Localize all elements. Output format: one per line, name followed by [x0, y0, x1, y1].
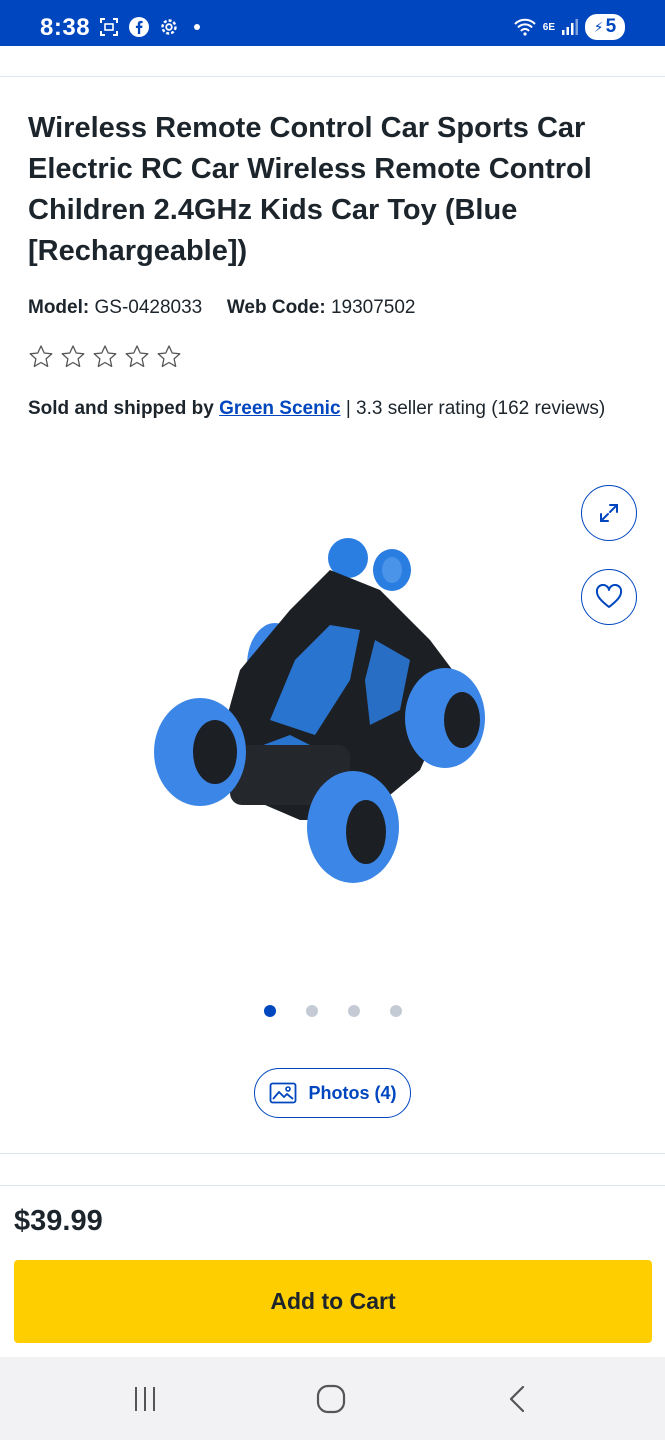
- product-title: Wireless Remote Control Car Sports Car E…: [28, 112, 592, 267]
- settings-icon: [161, 19, 177, 35]
- webcode-label: Web Code:: [226, 297, 326, 318]
- screenshot-icon: [100, 18, 118, 36]
- battery-icon: ⚡ 5: [585, 14, 625, 40]
- wifi-icon: [514, 18, 536, 36]
- seller-prefix: Sold and shipped by: [28, 398, 214, 419]
- star-icon: [157, 345, 181, 368]
- seller-info: Sold and shipped by Green Scenic | 3.3 s…: [28, 392, 628, 426]
- star-icon: [125, 345, 149, 368]
- carousel-dot[interactable]: [390, 1005, 402, 1017]
- facebook-icon: [129, 17, 149, 37]
- status-system-icons: 6E ⚡ 5: [513, 14, 625, 40]
- photos-button[interactable]: Photos (4): [254, 1068, 411, 1118]
- star-icon: [93, 345, 117, 368]
- model-label: Model:: [28, 297, 90, 318]
- star-icon: [29, 345, 53, 368]
- wifi-network-label: 6E: [542, 21, 555, 33]
- expand-image-button[interactable]: [581, 485, 637, 541]
- photos-label: Photos (4): [308, 1082, 397, 1103]
- notification-dot: [194, 24, 200, 30]
- charging-bolt-icon: ⚡: [593, 18, 604, 35]
- price: $39.99: [14, 1205, 103, 1237]
- carousel-dot-active[interactable]: [264, 1005, 276, 1017]
- carousel-dot[interactable]: [348, 1005, 360, 1017]
- heart-icon: [595, 584, 623, 608]
- section-divider: [0, 1153, 665, 1154]
- model-value: GS-0428033: [94, 297, 203, 318]
- carousel-dot[interactable]: [306, 1005, 318, 1017]
- expand-icon: [600, 504, 618, 522]
- system-nav-bar: [0, 1357, 665, 1440]
- model-line: Model: GS-0428033 Web Code: 19307502: [28, 297, 416, 319]
- seller-link[interactable]: Green Scenic: [219, 398, 340, 419]
- back-button[interactable]: [494, 1375, 542, 1423]
- add-to-cart-button[interactable]: Add to Cart: [14, 1260, 652, 1343]
- recent-apps-icon: [135, 1387, 155, 1411]
- section-divider: [0, 1185, 665, 1186]
- status-bar: 8:38 6E ⚡ 5: [0, 0, 665, 46]
- home-button[interactable]: [307, 1375, 355, 1423]
- photo-icon: [269, 1082, 296, 1104]
- back-icon: [509, 1385, 525, 1413]
- recent-apps-button[interactable]: [121, 1375, 169, 1423]
- status-notification-icons: [98, 16, 200, 38]
- webcode-value: 19307502: [330, 297, 416, 318]
- status-time: 8:38: [40, 14, 91, 41]
- carousel-dots: [264, 1005, 402, 1017]
- signal-icon: [562, 19, 578, 35]
- seller-rating: | 3.3 seller rating (162 reviews): [345, 398, 606, 419]
- battery-level: 5: [605, 16, 617, 37]
- star-icon: [61, 345, 85, 368]
- favorite-button[interactable]: [581, 569, 637, 625]
- top-divider: [0, 76, 665, 77]
- product-image[interactable]: [120, 520, 520, 900]
- home-icon: [316, 1384, 346, 1414]
- rating-stars[interactable]: [28, 344, 182, 370]
